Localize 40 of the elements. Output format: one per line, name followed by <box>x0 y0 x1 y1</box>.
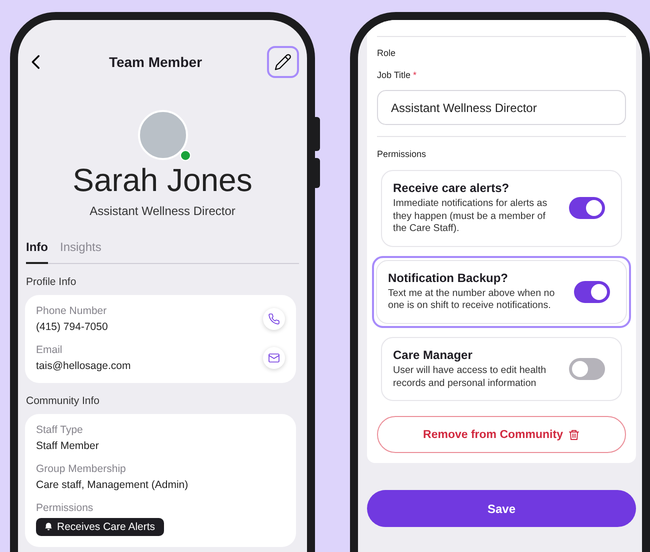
permission-description: Text me at the number above when no one is on shift to receive notifications. <box>388 288 556 313</box>
field-label: Staff Type <box>36 424 84 436</box>
permission-title: Care Manager <box>393 348 474 362</box>
remove-button[interactable]: Remove from Community <box>377 416 626 454</box>
email-button[interactable] <box>263 346 285 368</box>
field-label: Group Membership <box>36 462 127 474</box>
section-heading: Permissions <box>377 149 428 159</box>
permission-description: User will have access to edit health records and personal information <box>393 364 548 390</box>
tab[interactable]: Info <box>26 236 48 264</box>
field-label: Email <box>36 344 64 356</box>
permission-title: Receive care alerts? <box>393 181 510 195</box>
member-name: Sarah Jones <box>72 161 254 199</box>
field-label: Permissions <box>36 502 94 514</box>
phone-icon <box>268 312 280 324</box>
field-label: Phone Number <box>36 304 108 316</box>
screen-title: Team Member <box>108 54 202 70</box>
field-value: Care staff, Management (Admin) <box>36 478 188 490</box>
section-title: Community Info <box>26 394 101 406</box>
toggle-switch[interactable] <box>569 197 605 220</box>
pencil-icon <box>274 53 292 71</box>
edit-button[interactable] <box>266 46 299 78</box>
toggle-switch[interactable] <box>574 280 610 303</box>
alert-icon <box>44 522 53 531</box>
badge-label: Receives Care Alerts <box>57 520 156 532</box>
toggle-switch[interactable] <box>569 358 605 380</box>
trash-icon <box>568 428 580 441</box>
envelope-icon <box>268 352 280 364</box>
avatar <box>138 110 188 160</box>
call-button[interactable] <box>263 308 285 330</box>
field-value: Staff Member <box>36 440 99 452</box>
field-value: tais@hellosage.com <box>36 360 131 372</box>
section-title: Profile Info <box>26 276 78 288</box>
field-value: (415) 794-7050 <box>36 320 108 332</box>
field-label: Job Title * <box>377 70 418 80</box>
permission-description: Immediate notifications for alerts as they happen (must be a member of the Care Staff). <box>393 198 548 236</box>
job-title-input[interactable]: Assistant Wellness Director <box>377 90 626 125</box>
permission-title: Notification Backup? <box>388 270 510 285</box>
member-job-title: Assistant Wellness Director <box>88 204 236 218</box>
section-heading: Role <box>377 48 397 58</box>
save-button[interactable]: Save <box>367 490 636 528</box>
